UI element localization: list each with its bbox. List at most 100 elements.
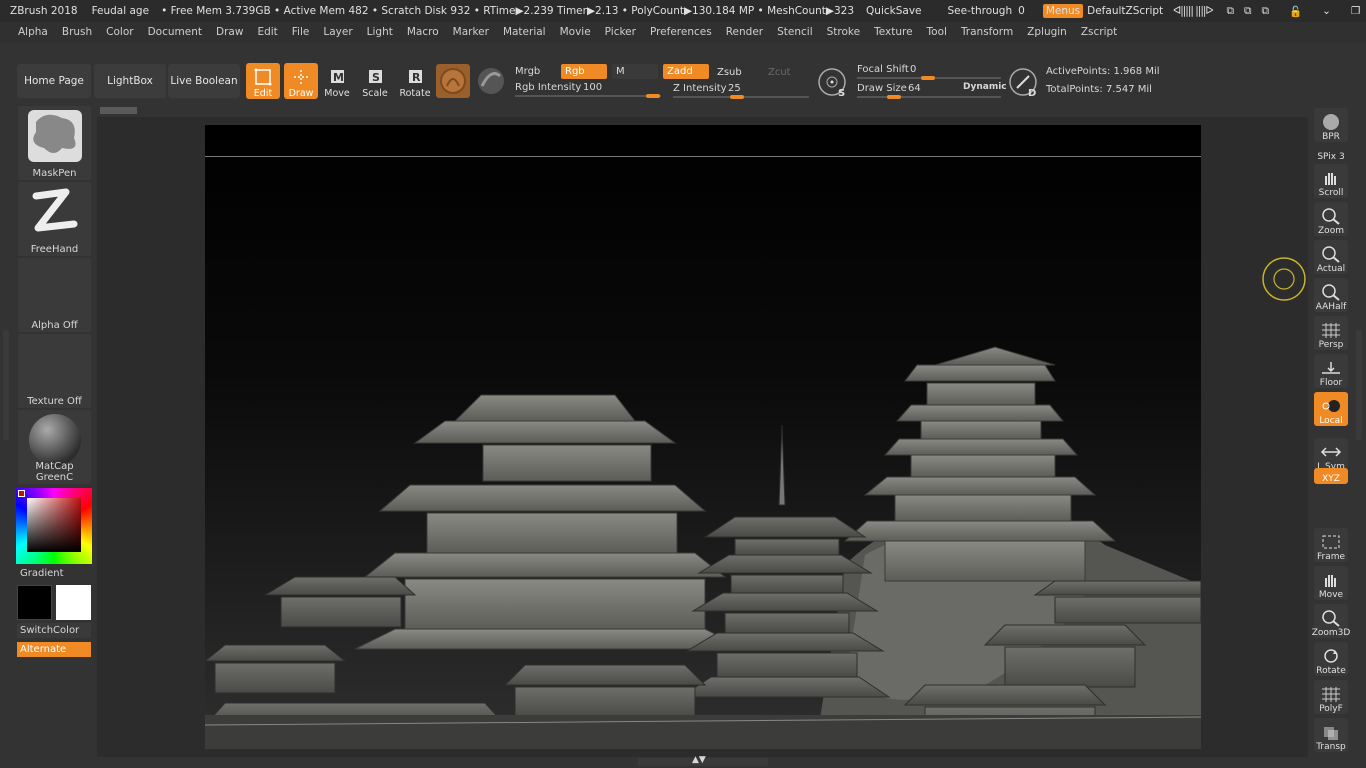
shelf-frame-button[interactable]: Frame xyxy=(1314,528,1348,562)
focal-shift-knob[interactable] xyxy=(921,76,935,80)
menu-render[interactable]: Render xyxy=(719,26,770,38)
viewport-canvas[interactable] xyxy=(205,125,1201,749)
menu-zscript[interactable]: Zscript xyxy=(1074,26,1124,38)
material-swatch-button[interactable] xyxy=(436,64,470,98)
document-name: Feudal age xyxy=(91,5,150,17)
menus-button[interactable]: Menus xyxy=(1042,4,1084,18)
menu-brush[interactable]: Brush xyxy=(55,26,99,38)
shelf-transp-button[interactable]: Transp xyxy=(1314,718,1348,752)
see-through-label[interactable]: See-through xyxy=(948,5,1013,17)
document-scroll-handle[interactable] xyxy=(100,107,137,114)
draw-size-knob[interactable] xyxy=(887,95,901,99)
menu-zplugin[interactable]: Zplugin xyxy=(1020,26,1074,38)
menu-draw[interactable]: Draw xyxy=(209,26,250,38)
mrgb-button[interactable]: Mrgb xyxy=(515,66,540,77)
rgb-intensity-slider[interactable] xyxy=(515,95,661,97)
transparency-icon xyxy=(1324,727,1338,740)
menu-color[interactable]: Color xyxy=(99,26,140,38)
menu-movie[interactable]: Movie xyxy=(553,26,598,38)
primary-color-swatch[interactable] xyxy=(17,585,52,620)
menu-edit[interactable]: Edit xyxy=(250,26,284,38)
tray-arrows-icon[interactable]: ▲▼ xyxy=(692,755,706,765)
right-tray-handle[interactable] xyxy=(1356,330,1362,440)
layout-slider-icon[interactable]: ᐊ||||| ||||ᐅ xyxy=(1173,5,1213,17)
gradient-label[interactable]: Gradient xyxy=(20,568,64,579)
menu-stroke[interactable]: Stroke xyxy=(820,26,867,38)
shelf-actual-button[interactable]: Actual xyxy=(1314,240,1348,274)
material-selector[interactable]: MatCap GreenC xyxy=(18,410,91,484)
edit-mode-button[interactable]: Edit xyxy=(246,63,280,99)
alpha-selector[interactable]: Alpha Off xyxy=(18,258,91,332)
menu-texture[interactable]: Texture xyxy=(867,26,919,38)
menu-layer[interactable]: Layer xyxy=(316,26,359,38)
svg-text:M: M xyxy=(333,71,344,84)
menu-preferences[interactable]: Preferences xyxy=(643,26,719,38)
shelf-move-button[interactable]: Move xyxy=(1314,566,1348,600)
shelf-floor-button[interactable]: Floor xyxy=(1314,354,1348,388)
brush-selector[interactable]: MaskPen xyxy=(18,106,91,180)
rgb-intensity-knob[interactable] xyxy=(646,94,660,98)
switch-color-button[interactable]: SwitchColor xyxy=(17,623,91,638)
rgb-button[interactable]: Rgb xyxy=(561,64,607,79)
layout-swap-icon[interactable]: ⧉ xyxy=(1226,5,1234,18)
s-dial-icon[interactable]: S xyxy=(816,66,850,98)
default-zscript-button[interactable]: DefaultZScript xyxy=(1087,5,1163,17)
rotate-mode-button[interactable]: R Rotate xyxy=(398,63,432,99)
shelf-rotate-button[interactable]: Rotate xyxy=(1314,642,1348,676)
lightbox-button[interactable]: LightBox xyxy=(94,64,166,98)
texture-sphere-icon[interactable] xyxy=(474,64,508,98)
layout-default-icon[interactable]: ⧉ xyxy=(1244,5,1252,18)
m-button[interactable]: M xyxy=(612,64,658,79)
shelf-l-sym-button[interactable]: L.Sym xyxy=(1314,438,1348,472)
menu-stencil[interactable]: Stencil xyxy=(770,26,820,38)
menu-document[interactable]: Document xyxy=(141,26,209,38)
menu-alpha[interactable]: Alpha xyxy=(11,26,55,38)
shelf-aahalf-button[interactable]: AAHalf xyxy=(1314,278,1348,312)
shelf-xyz-button[interactable]: XYZ xyxy=(1314,468,1348,484)
zadd-button[interactable]: Zadd xyxy=(663,64,709,79)
quicksave-button[interactable]: QuickSave xyxy=(866,5,921,17)
move-mode-button[interactable]: M Move xyxy=(320,63,354,99)
shelf-persp-button[interactable]: Persp xyxy=(1314,316,1348,350)
home-page-button[interactable]: Home Page xyxy=(17,64,91,98)
menu-macro[interactable]: Macro xyxy=(400,26,446,38)
shelf-bpr-button[interactable]: BPR xyxy=(1314,108,1348,142)
zsub-button[interactable]: Zsub xyxy=(713,65,759,80)
stroke-selector[interactable]: FreeHand xyxy=(18,182,91,256)
menu-light[interactable]: Light xyxy=(360,26,400,38)
z-intensity-label: Z Intensity xyxy=(673,83,727,94)
menu-tool[interactable]: Tool xyxy=(920,26,954,38)
shelf-label: XYZ xyxy=(1322,474,1340,484)
color-sv-square[interactable] xyxy=(27,498,81,552)
draw-size-value: 64 xyxy=(908,83,921,94)
z-intensity-knob[interactable] xyxy=(730,95,744,99)
menu-transform[interactable]: Transform xyxy=(954,26,1020,38)
zcut-button[interactable]: Zcut xyxy=(764,65,810,80)
shelf-spix-3-button[interactable]: SPix 3 xyxy=(1314,146,1348,162)
alternate-button[interactable]: Alternate xyxy=(17,642,91,657)
collapse-icon[interactable]: ⌄ xyxy=(1322,5,1331,17)
shelf-zoom-button[interactable]: Zoom xyxy=(1314,202,1348,236)
texture-selector[interactable]: Texture Off xyxy=(18,334,91,408)
live-boolean-button[interactable]: Live Boolean xyxy=(168,64,240,98)
color-picker[interactable] xyxy=(16,488,92,564)
dynamic-toggle[interactable]: Dynamic xyxy=(963,82,1007,92)
svg-text:D: D xyxy=(1028,88,1036,98)
shelf-local-button[interactable]: Local xyxy=(1314,392,1348,426)
scale-mode-button[interactable]: S Scale xyxy=(358,63,392,99)
menu-picker[interactable]: Picker xyxy=(598,26,643,38)
secondary-color-swatch[interactable] xyxy=(56,585,91,620)
shelf-polyf-button[interactable]: PolyF xyxy=(1314,680,1348,714)
draw-size-slider[interactable] xyxy=(857,96,1001,98)
d-dial-icon[interactable]: D xyxy=(1007,66,1041,98)
layout-alt-icon[interactable]: ⧉ xyxy=(1261,5,1269,18)
left-tray-handle[interactable] xyxy=(3,330,9,440)
menu-file[interactable]: File xyxy=(285,26,317,38)
menu-material[interactable]: Material xyxy=(496,26,553,38)
draw-mode-button[interactable]: Draw xyxy=(284,63,318,99)
shelf-zoom3d-button[interactable]: Zoom3D xyxy=(1312,604,1350,638)
lock-icon[interactable]: 🔓 xyxy=(1289,5,1302,18)
menu-marker[interactable]: Marker xyxy=(446,26,496,38)
shelf-scroll-button[interactable]: Scroll xyxy=(1314,164,1348,198)
restore-window-icon[interactable]: ❐ xyxy=(1351,5,1360,17)
